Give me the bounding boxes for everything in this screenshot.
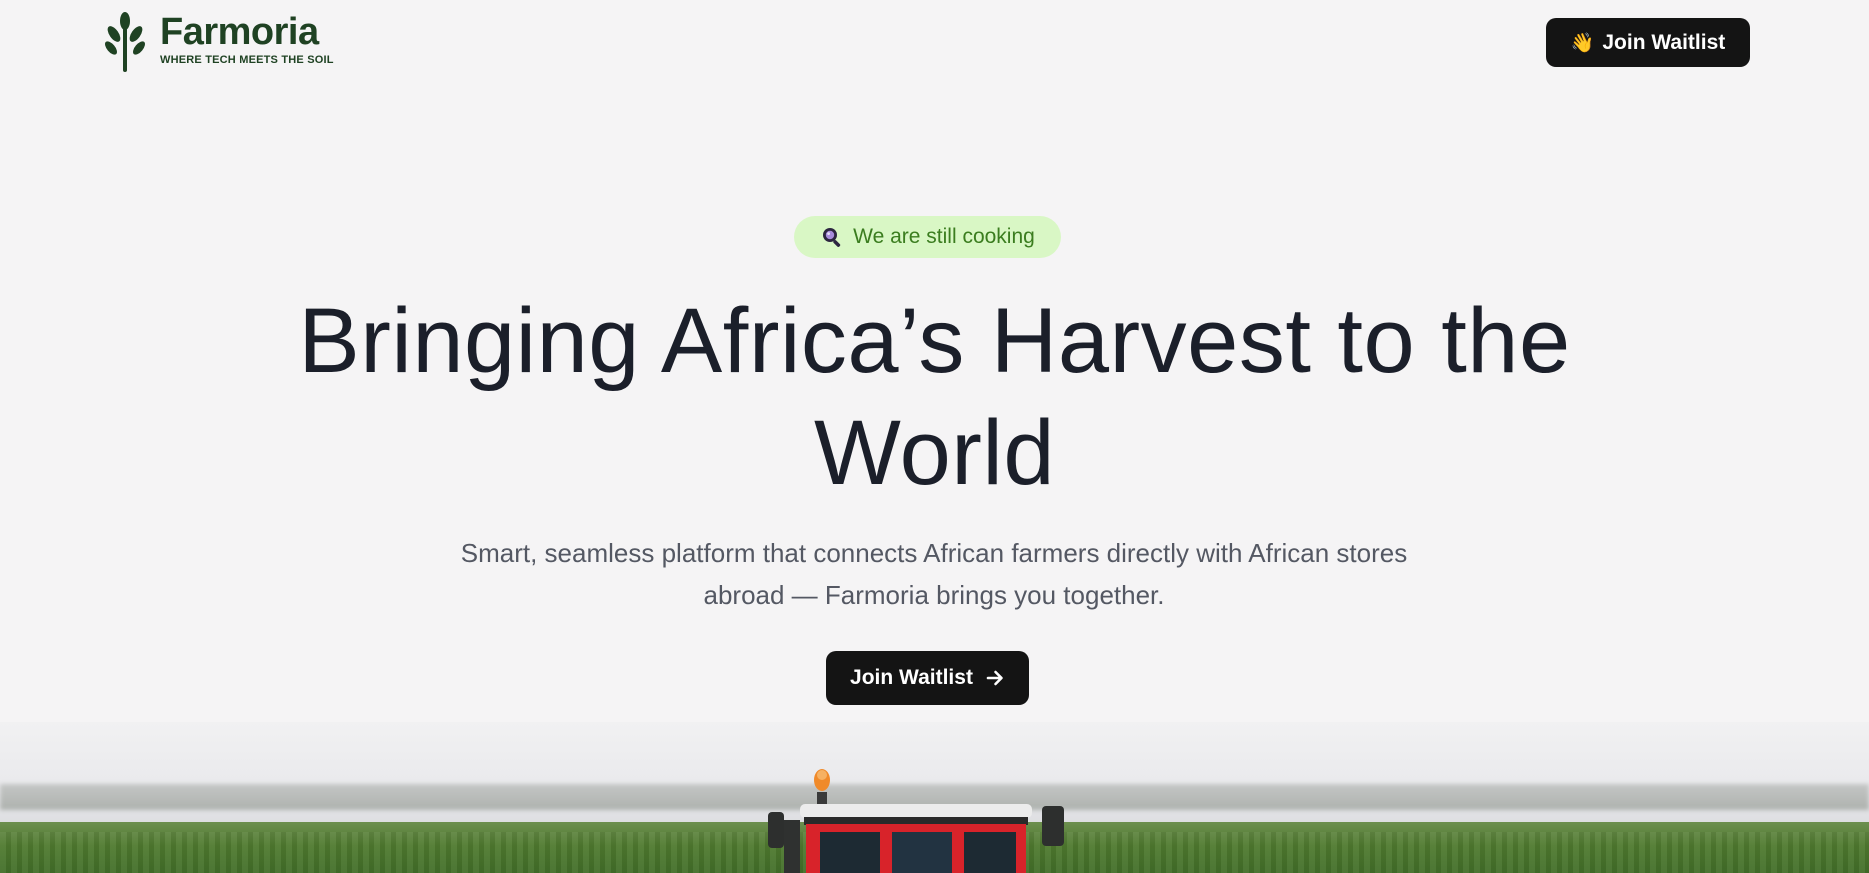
search-icon: [823, 228, 841, 247]
hero-field-image: [0, 722, 1869, 873]
hero-headline-line-1: Bringing Africa’s Harvest to the: [298, 290, 1571, 392]
hero-headline: Bringing Africa’s Harvest to the World: [0, 285, 1869, 509]
site-header: Farmoria WHERE TECH MEETS THE SOIL 👋 Joi…: [0, 0, 1869, 90]
status-badge: We are still cooking: [794, 216, 1061, 258]
status-badge-label: We are still cooking: [853, 225, 1035, 248]
hero-headline-line-2: World: [813, 402, 1056, 504]
tractor-image: [768, 769, 1064, 873]
hero-join-waitlist-button[interactable]: Join Waitlist: [826, 651, 1029, 705]
hero-description: Smart, seamless platform that connects A…: [384, 532, 1484, 616]
header-join-waitlist-button[interactable]: 👋 Join Waitlist: [1546, 18, 1750, 67]
arrow-right-icon: [986, 670, 1003, 686]
hero-join-waitlist-label: Join Waitlist: [850, 666, 973, 689]
waving-hand-icon: 👋: [1570, 32, 1595, 54]
brand-logo[interactable]: Farmoria WHERE TECH MEETS THE SOIL: [102, 12, 334, 72]
hero-description-line-1: Smart, seamless platform that connects A…: [460, 538, 1408, 568]
brand-tagline: WHERE TECH MEETS THE SOIL: [160, 54, 334, 66]
brand-text: Farmoria WHERE TECH MEETS THE SOIL: [160, 12, 334, 66]
hero-description-line-2: abroad — Farmoria brings you together.: [703, 580, 1165, 610]
landing-page: Farmoria WHERE TECH MEETS THE SOIL 👋 Joi…: [0, 0, 1869, 873]
sprout-logo-icon: [105, 12, 145, 72]
header-join-waitlist-label: Join Waitlist: [1602, 30, 1726, 54]
brand-name: Farmoria: [160, 11, 319, 53]
